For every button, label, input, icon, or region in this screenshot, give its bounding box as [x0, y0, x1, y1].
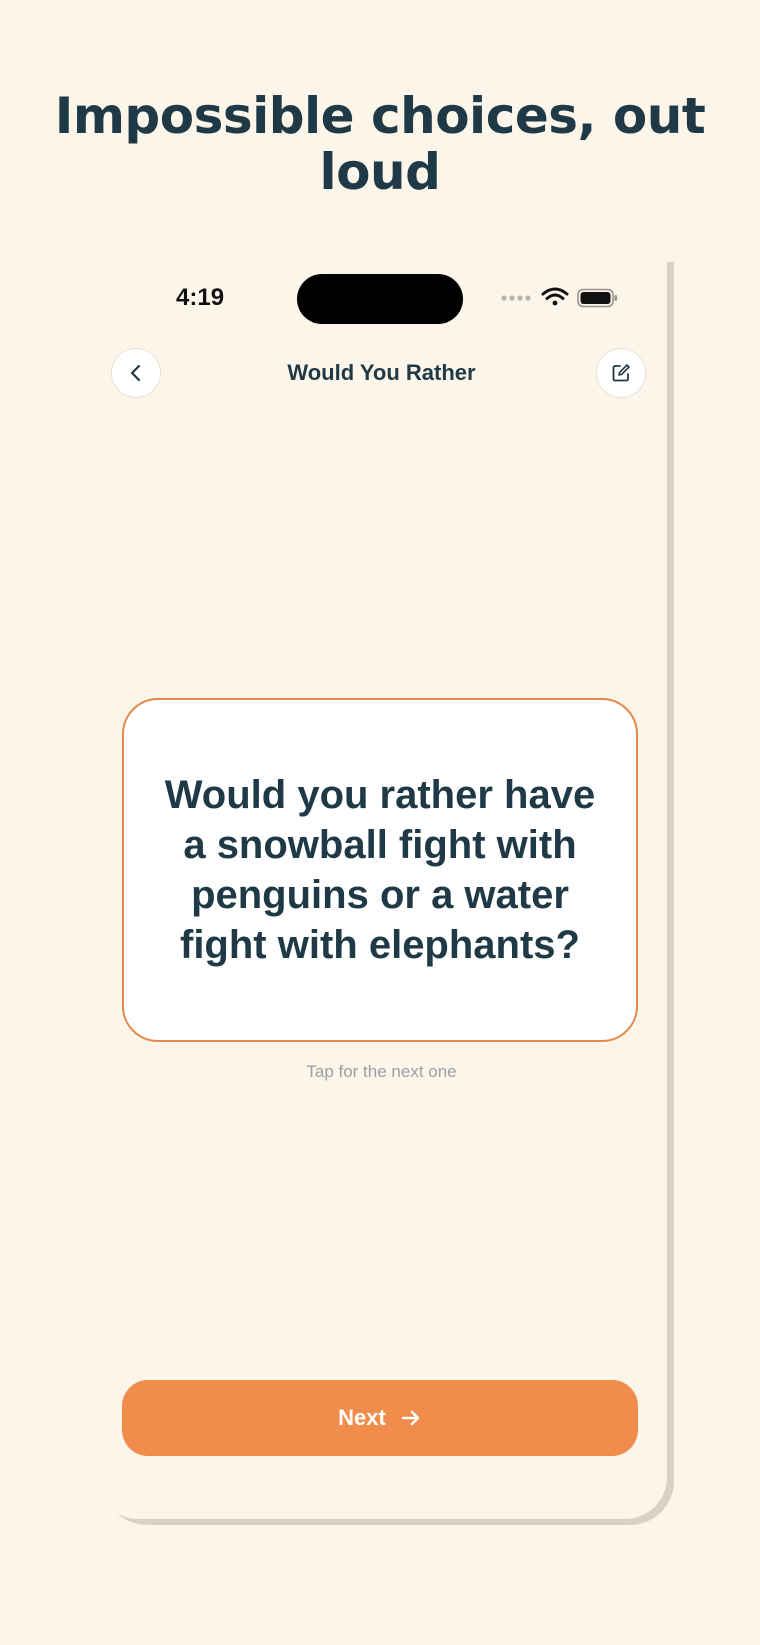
wifi-icon: [541, 287, 569, 306]
back-button[interactable]: [111, 348, 161, 398]
next-button[interactable]: Next: [122, 1380, 638, 1456]
question-card[interactable]: Would you rather have a snowball fight w…: [122, 698, 638, 1042]
edit-button[interactable]: [596, 348, 646, 398]
signal-dots-icon: [501, 295, 531, 301]
chevron-left-icon: [130, 364, 141, 382]
arrow-right-icon: [401, 1410, 420, 1426]
question-text: Would you rather have a snowball fight w…: [164, 773, 596, 967]
status-icons: [501, 286, 621, 310]
tap-hint: Tap for the next one: [306, 1062, 457, 1081]
screen-title: Would You Rather: [287, 360, 476, 385]
status-time: 4:19: [176, 284, 225, 311]
edit-square-icon: [612, 364, 630, 382]
dynamic-island: [297, 274, 463, 324]
page-headline: Impossible choices, out loud: [54, 87, 706, 201]
next-button-label: Next: [338, 1405, 386, 1430]
battery-icon: [577, 288, 617, 308]
phone-screen: 4:19 Would You Rather Would you rather h…: [96, 256, 667, 1519]
